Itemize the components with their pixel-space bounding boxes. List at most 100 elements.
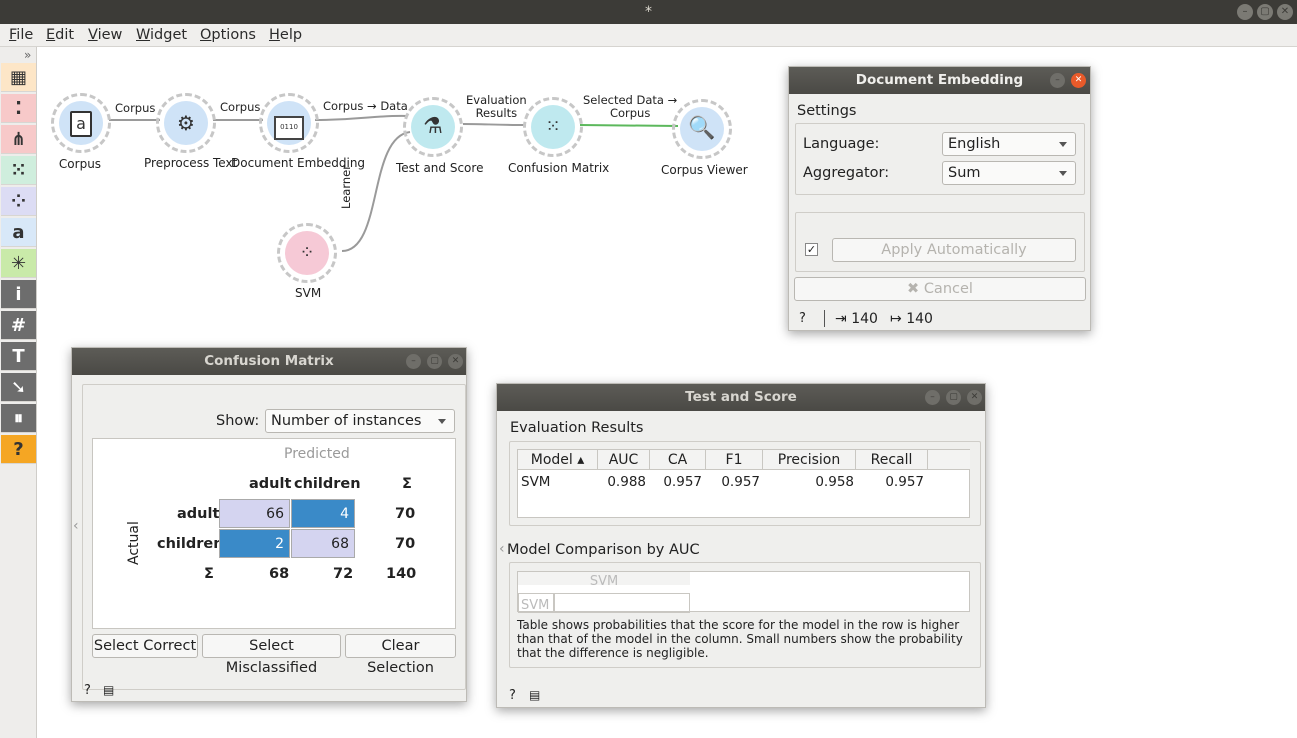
maximize-icon[interactable]: ▢ bbox=[1257, 4, 1273, 20]
col-model[interactable]: Model ▴ bbox=[518, 450, 598, 470]
show-select[interactable]: Number of instances bbox=[265, 409, 455, 433]
document-embedding-window: Document Embedding – ✕ Settings Language… bbox=[788, 66, 1091, 331]
expand-toolbox-icon[interactable]: » bbox=[24, 48, 31, 62]
help-icon[interactable]: ? bbox=[799, 311, 806, 326]
menu-options[interactable]: Options bbox=[200, 27, 256, 43]
doc-embedding-title: Document Embedding bbox=[789, 67, 1090, 94]
apply-automatically-button[interactable]: Apply Automatically bbox=[832, 238, 1076, 262]
menu-view[interactable]: View bbox=[88, 27, 122, 43]
col-auc[interactable]: AUC bbox=[598, 450, 650, 470]
select-misclassified-button[interactable]: Select Misclassified bbox=[202, 634, 341, 676]
confusion-node[interactable]: ⁙ bbox=[523, 97, 583, 157]
help-icon[interactable]: ? bbox=[84, 683, 91, 698]
menu-file[interactable]: File bbox=[9, 27, 33, 43]
clear-selection-button[interactable]: Clear Selection bbox=[345, 634, 456, 676]
magnifier-icon: 🔍 bbox=[680, 107, 724, 151]
settings-label: Settings bbox=[797, 103, 857, 119]
arrow-icon[interactable]: ➘ bbox=[1, 373, 36, 402]
menu-help[interactable]: Help bbox=[269, 27, 302, 43]
maximize-icon[interactable]: ▢ bbox=[427, 354, 442, 369]
text-icon[interactable]: T bbox=[1, 342, 36, 371]
report-icon[interactable]: ▤ bbox=[529, 688, 540, 702]
window-title: * bbox=[645, 4, 652, 20]
link-label-selected-data: Selected Data → Corpus bbox=[583, 93, 678, 120]
matrix-cell[interactable]: 2 bbox=[219, 529, 290, 558]
pause-icon[interactable]: ⏸ bbox=[1, 404, 36, 433]
network-icon[interactable]: ✳ bbox=[1, 249, 36, 278]
cancel-x-icon: ✖ bbox=[907, 281, 924, 297]
tree-icon[interactable]: ⋔ bbox=[1, 125, 36, 154]
minimize-icon[interactable]: – bbox=[406, 354, 421, 369]
help-icon[interactable]: ? bbox=[1, 435, 36, 464]
menu-widget[interactable]: Widget bbox=[136, 27, 187, 43]
language-select[interactable]: English bbox=[942, 132, 1076, 156]
corpus-node[interactable]: a bbox=[51, 93, 111, 153]
text-a-icon[interactable]: a bbox=[1, 218, 36, 247]
row-header-adult: adult bbox=[177, 506, 220, 522]
close-icon[interactable]: ✕ bbox=[1277, 4, 1293, 20]
confusion-matrix-window: Confusion Matrix – ▢ ✕ Show: Number of i… bbox=[71, 347, 467, 702]
col-f1[interactable]: F1 bbox=[706, 450, 763, 470]
svm-node[interactable]: ⁘ bbox=[277, 223, 337, 283]
link-embedding-test bbox=[314, 114, 409, 121]
collapse-panel-icon[interactable]: ‹ bbox=[73, 518, 79, 534]
scatter-plot-icon[interactable]: ⁚ bbox=[1, 94, 36, 123]
test-score-node[interactable]: ⚗ bbox=[403, 97, 463, 157]
auto-apply-checkbox[interactable]: ✓ bbox=[805, 243, 818, 256]
close-icon[interactable]: ✕ bbox=[967, 390, 982, 405]
comparison-col-header: SVM bbox=[518, 572, 690, 589]
select-correct-button[interactable]: Select Correct bbox=[92, 634, 198, 658]
col-recall[interactable]: Recall bbox=[856, 450, 928, 470]
minimize-icon[interactable]: – bbox=[925, 390, 940, 405]
cluster-icon[interactable]: ⁘ bbox=[1, 187, 36, 216]
aggregator-select[interactable]: Sum bbox=[942, 161, 1076, 185]
output-icon: ↦ bbox=[890, 311, 902, 327]
preprocess-node[interactable]: ⚙ bbox=[156, 93, 216, 153]
matrix-cell[interactable]: 68 bbox=[291, 529, 355, 558]
comparison-note: Table shows probabilities that the score… bbox=[517, 618, 963, 660]
row-ca: 0.957 bbox=[663, 474, 702, 490]
data-table-icon[interactable]: ▦ bbox=[1, 63, 36, 92]
evaluation-table: Model ▴ AUC CA F1 Precision Recall SVM 0… bbox=[517, 449, 970, 518]
row-total: 70 bbox=[395, 536, 416, 552]
test-score-window: Test and Score – ▢ ✕ Evaluation Results … bbox=[496, 383, 986, 708]
window-title-bar: * – ▢ ✕ bbox=[0, 0, 1297, 24]
preprocess-node-label: Preprocess Text bbox=[144, 156, 238, 170]
cancel-button[interactable]: ✖ Cancel bbox=[794, 277, 1086, 301]
gears-icon: ⚙ bbox=[164, 101, 208, 145]
embedding-node[interactable]: 0110 bbox=[259, 93, 319, 153]
hash-icon[interactable]: # bbox=[1, 311, 36, 340]
collapse-panel-icon[interactable]: ‹ bbox=[499, 541, 505, 557]
widget-toolbox: » ▦ ⁚ ⋔ ⁙ ⁘ a ✳ i # T ➘ ⏸? bbox=[0, 47, 37, 738]
comparison-cell bbox=[554, 593, 690, 613]
predicted-label: Predicted bbox=[284, 446, 350, 462]
col-total: 72 bbox=[333, 566, 354, 582]
link-label-corpus-1: Corpus bbox=[115, 101, 156, 115]
row-model[interactable]: SVM bbox=[521, 474, 550, 490]
row-auc: 0.988 bbox=[607, 474, 646, 490]
language-label: Language: bbox=[803, 136, 880, 152]
report-icon[interactable]: ▤ bbox=[103, 683, 114, 697]
col-header-sum: Σ bbox=[402, 476, 412, 492]
row-total: 70 bbox=[395, 506, 416, 522]
matrix-cell[interactable]: 4 bbox=[291, 499, 355, 528]
col-precision[interactable]: Precision bbox=[763, 450, 856, 470]
col-ca[interactable]: CA bbox=[650, 450, 706, 470]
row-header-children: children bbox=[157, 536, 224, 552]
minimize-icon[interactable]: – bbox=[1237, 4, 1253, 20]
info-icon[interactable]: i bbox=[1, 280, 36, 309]
matrix-icon[interactable]: ⁙ bbox=[1, 156, 36, 185]
help-icon[interactable]: ? bbox=[509, 688, 516, 703]
show-label: Show: bbox=[216, 413, 260, 429]
menu-edit[interactable]: Edit bbox=[46, 27, 74, 43]
link-label-corpus-2: Corpus bbox=[220, 100, 261, 114]
minimize-icon[interactable]: – bbox=[1050, 73, 1065, 88]
viewer-node[interactable]: 🔍 bbox=[672, 99, 732, 159]
close-icon[interactable]: ✕ bbox=[1071, 73, 1086, 88]
link-test-confusion bbox=[462, 123, 527, 126]
grand-total: 140 bbox=[386, 566, 417, 582]
close-icon[interactable]: ✕ bbox=[448, 354, 463, 369]
corpus-node-label: Corpus bbox=[58, 157, 102, 171]
matrix-cell[interactable]: 66 bbox=[219, 499, 290, 528]
maximize-icon[interactable]: ▢ bbox=[946, 390, 961, 405]
